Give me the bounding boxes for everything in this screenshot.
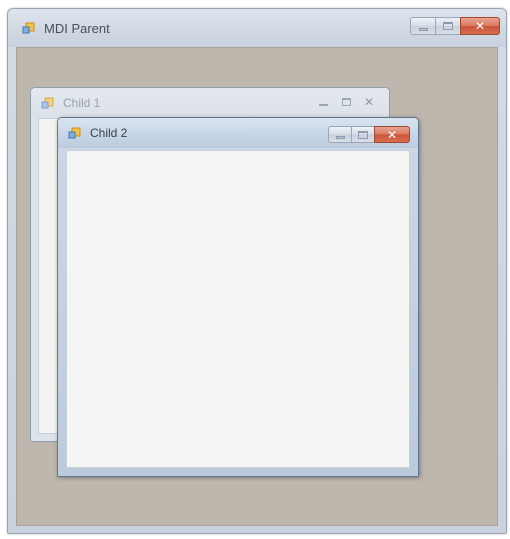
child2-close-button[interactable]: ✕: [374, 126, 410, 143]
child1-title-bar[interactable]: Child 1 ✕: [31, 88, 389, 118]
mdi-parent-window: MDI Parent ✕ Child 1 ✕ Child 2 ✕: [7, 8, 507, 534]
child2-minimize-button[interactable]: [328, 126, 352, 143]
maximize-icon: [341, 97, 351, 106]
child1-title: Child 1: [63, 96, 101, 110]
parent-window-title: MDI Parent: [44, 21, 110, 36]
mdi-client-area[interactable]: Child 1 ✕ Child 2 ✕: [16, 47, 498, 526]
child2-client-area[interactable]: [66, 150, 410, 468]
parent-minimize-button[interactable]: [410, 17, 436, 35]
app-form-icon: [22, 22, 35, 34]
child-window-2[interactable]: Child 2 ✕: [57, 117, 419, 477]
minimize-icon: [318, 104, 328, 106]
child1-maximize-button[interactable]: [334, 93, 358, 110]
maximize-icon: [443, 22, 453, 30]
child2-caption-buttons: ✕: [328, 126, 410, 148]
parent-close-button[interactable]: ✕: [460, 17, 500, 35]
app-form-icon: [68, 127, 81, 139]
minimize-icon: [418, 27, 428, 31]
close-icon: ✕: [474, 19, 486, 33]
parent-maximize-button[interactable]: [435, 17, 461, 35]
child1-minimize-button[interactable]: [311, 93, 335, 110]
parent-caption-buttons: ✕: [410, 17, 500, 39]
child1-caption-buttons: ✕: [312, 93, 381, 115]
minimize-icon: [335, 136, 345, 139]
child2-title: Child 2: [90, 126, 128, 140]
child2-title-bar[interactable]: Child 2 ✕: [58, 118, 418, 148]
app-form-icon: [41, 97, 54, 109]
close-icon: ✕: [386, 127, 398, 142]
child1-close-button[interactable]: ✕: [357, 93, 381, 110]
maximize-icon: [358, 130, 368, 139]
parent-title-bar[interactable]: MDI Parent ✕: [8, 9, 506, 47]
close-icon: ✕: [363, 94, 375, 109]
child2-maximize-button[interactable]: [351, 126, 375, 143]
